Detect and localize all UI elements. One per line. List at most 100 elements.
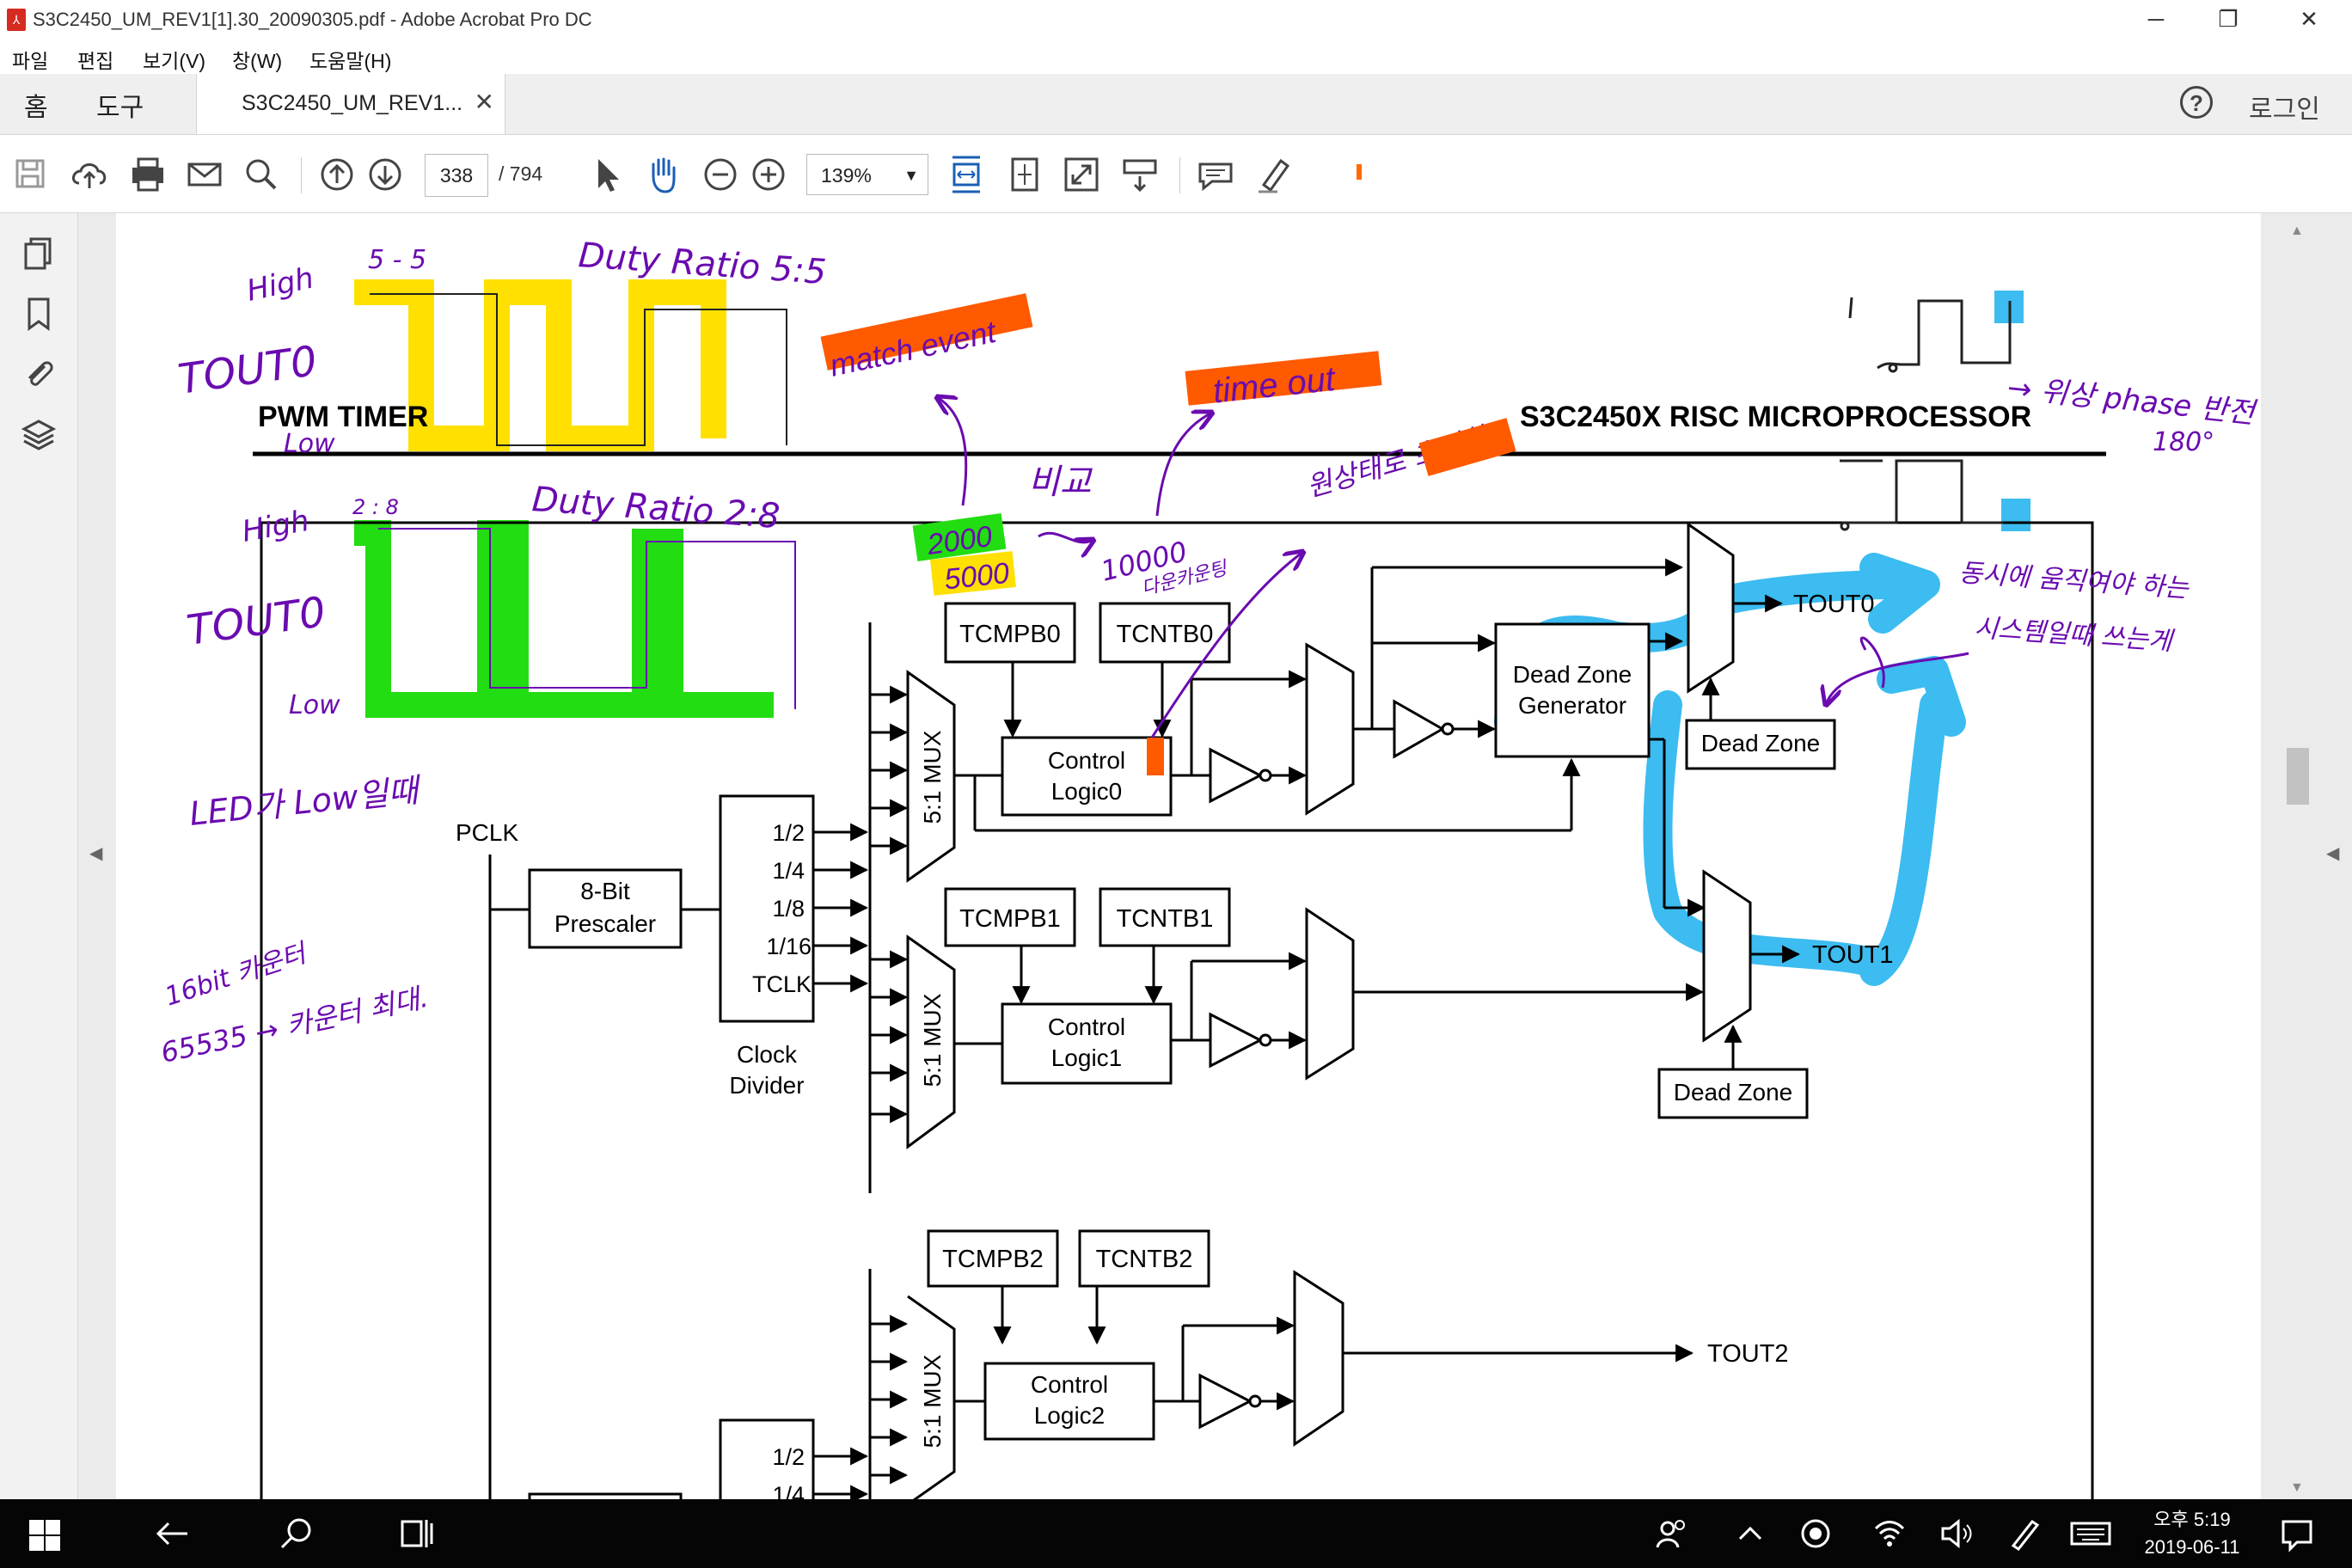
fit-width-icon[interactable]: [944, 152, 989, 197]
attachment-icon[interactable]: [19, 354, 58, 394]
div-out-5: TCLK: [752, 971, 812, 997]
div2-out-1: 1/2: [772, 1444, 805, 1470]
taskbar: 오후 5:19 2019-06-11: [0, 1499, 2352, 1568]
tab-document[interactable]: S3C2450_UM_REV1... ✕: [196, 74, 505, 134]
menu-view[interactable]: 보기(V): [143, 45, 205, 74]
select-cursor-icon[interactable]: [585, 152, 629, 197]
login-button[interactable]: 로그인: [2249, 88, 2320, 126]
tab-bar: 홈 도구 S3C2450_UM_REV1... ✕ ? 로그인: [0, 74, 2352, 135]
system-clock[interactable]: 오후 5:19 2019-06-11: [2115, 1506, 2269, 1561]
scrollbar-thumb[interactable]: [2287, 748, 2309, 805]
menu-file[interactable]: 파일: [12, 45, 48, 74]
menu-bar: 파일 편집 보기(V) 창(W) 도움말(H): [0, 41, 2352, 74]
dead-zone-label-0: Dead Zone: [1701, 730, 1821, 756]
scroll-down-icon[interactable]: ▼: [2290, 1480, 2304, 1496]
minimize-button[interactable]: ─: [2116, 0, 2196, 41]
search-taskbar-icon[interactable]: [277, 1515, 315, 1557]
scroll-mode-icon[interactable]: [1118, 152, 1162, 197]
tout0-label: TOUT0: [1793, 591, 1875, 618]
mux1-label: 5:1 MUX: [919, 993, 946, 1087]
note-duty-2: Duty Ratio 2:8: [530, 480, 781, 536]
diagram-frame: [260, 521, 2094, 1499]
pages-panel-icon[interactable]: [19, 234, 58, 273]
prescaler-line2: Prescaler: [554, 910, 656, 937]
menu-edit[interactable]: 편집: [77, 45, 113, 74]
orange-mark-logic0: [1147, 738, 1164, 775]
tout0-mux: [1687, 522, 1735, 694]
layers-icon[interactable]: [19, 414, 58, 454]
div-out-3: 1/8: [772, 896, 805, 922]
dzgen-line2: Generator: [1518, 692, 1626, 719]
zoom-in-icon[interactable]: [746, 152, 791, 197]
tout2-label: TOUT2: [1707, 1340, 1789, 1368]
hand-tool-icon[interactable]: [641, 152, 686, 197]
restore-button[interactable]: ❐: [2189, 0, 2268, 41]
tcntb0-label: TCNTB0: [1117, 621, 1214, 648]
header-right: S3C2450X RISC MICROPROCESSOR: [1520, 401, 2031, 433]
collapse-left-icon[interactable]: ◀: [89, 842, 102, 864]
inverter2: [1198, 1373, 1253, 1430]
mux0-label: 5:1 MUX: [919, 730, 946, 824]
upload-cloud-icon[interactable]: [67, 152, 112, 197]
note-two-eight: 2 : 8: [352, 495, 399, 519]
highlight-pen-icon[interactable]: [1252, 152, 1296, 197]
zoom-select[interactable]: 139% ▼: [806, 154, 928, 195]
document-tab-label: S3C2450_UM_REV1...: [242, 91, 463, 115]
save-icon[interactable]: [9, 152, 53, 197]
prev-page-icon[interactable]: [315, 152, 359, 197]
keyboard-icon[interactable]: [2070, 1515, 2111, 1557]
windows-start-icon[interactable]: [28, 1518, 62, 1557]
mux2-label: 5:1 MUX: [919, 1354, 946, 1448]
volume-icon[interactable]: [1939, 1515, 1974, 1557]
vertical-scrollbar[interactable]: ▲ ▼: [2287, 224, 2309, 1496]
record-icon[interactable]: [1798, 1515, 1833, 1557]
zoom-out-icon[interactable]: [698, 152, 743, 197]
menu-help[interactable]: 도움말(H): [309, 45, 391, 74]
tout1-label: TOUT1: [1812, 941, 1894, 969]
window-title: S3C2450_UM_REV1[1].30_20090305.pdf - Ado…: [33, 9, 592, 30]
inverter0: [1209, 747, 1264, 804]
notifications-icon[interactable]: [2280, 1515, 2314, 1557]
close-tab-button[interactable]: ✕: [475, 88, 494, 116]
search-icon[interactable]: [239, 152, 284, 197]
tout1-mux: [1702, 869, 1752, 1043]
note-high-2: High: [240, 504, 312, 549]
comment-icon[interactable]: [1193, 152, 1238, 197]
note-5000: 5000: [943, 557, 1011, 597]
note-low-2: Low: [289, 690, 340, 720]
scroll-up-icon[interactable]: ▲: [2290, 224, 2304, 239]
email-icon[interactable]: [182, 152, 227, 197]
mux2-out: [1293, 1270, 1344, 1447]
tcmpb0-label: TCMPB0: [959, 621, 1061, 648]
menu-window[interactable]: 창(W): [232, 45, 282, 74]
task-view-icon[interactable]: [399, 1515, 437, 1557]
note-sync-1: 동시에 움직여야 하는: [1957, 558, 2190, 604]
collapse-right-icon[interactable]: ◀: [2326, 842, 2339, 864]
pdf-page: PWM TIMER S3C2450X RISC MICROPROCESSOR P…: [117, 213, 2261, 1499]
fullscreen-icon[interactable]: [1059, 152, 1104, 197]
back-arrow-icon[interactable]: [153, 1515, 191, 1557]
page-total: / 794: [499, 162, 543, 185]
next-page-icon[interactable]: [363, 152, 407, 197]
mux0-out: [1305, 642, 1355, 816]
inverter1: [1209, 1012, 1264, 1069]
div-out-2: 1/4: [772, 858, 805, 884]
chevron-down-icon: ▼: [903, 167, 919, 184]
note-compare: 비교: [1028, 462, 1093, 502]
close-window-button[interactable]: ✕: [2269, 0, 2349, 41]
clock-date: 2019-06-11: [2144, 1536, 2240, 1558]
fit-page-icon[interactable]: [1002, 152, 1047, 197]
tab-home[interactable]: 홈: [24, 86, 48, 124]
people-icon[interactable]: [1656, 1515, 1690, 1557]
wifi-icon[interactable]: [1872, 1515, 1907, 1557]
tab-tools[interactable]: 도구: [96, 86, 144, 124]
print-icon[interactable]: [126, 152, 170, 197]
help-icon[interactable]: ?: [2180, 86, 2213, 119]
tcmpb2-label: TCMPB2: [942, 1246, 1044, 1273]
page-number-input[interactable]: 338: [425, 154, 488, 197]
control0-line2: Logic0: [1051, 778, 1123, 805]
pen-workspace-icon[interactable]: [2006, 1515, 2041, 1557]
chevron-up-icon[interactable]: [1735, 1515, 1766, 1557]
title-bar: ⅄ S3C2450_UM_REV1[1].30_20090305.pdf - A…: [0, 0, 2352, 41]
bookmark-icon[interactable]: [19, 294, 58, 334]
